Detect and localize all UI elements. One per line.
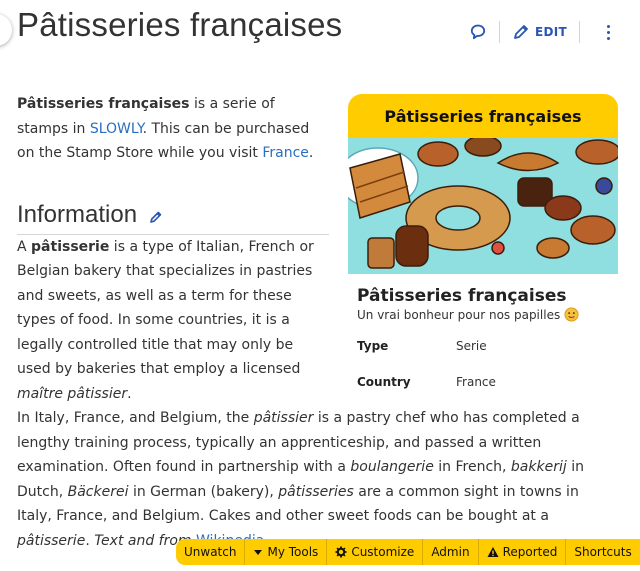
more-actions-icon[interactable]	[604, 21, 612, 43]
description-paragraph: A pâtisserie is a type of Italian, Frenc…	[17, 235, 329, 407]
link-france[interactable]: France	[262, 145, 309, 161]
para-text: in German (bakery),	[128, 483, 279, 500]
my-tools-button[interactable]: My Tools	[245, 539, 326, 565]
para-text: .	[85, 532, 95, 549]
infobox-header: Pâtisseries françaises	[348, 94, 618, 138]
link-slowly[interactable]: SLOWLY	[90, 121, 143, 137]
page-title: Pâtisseries françaises	[17, 6, 343, 43]
toolbar-label: Shortcuts	[574, 545, 632, 559]
customize-button[interactable]: Customize	[327, 539, 422, 565]
actions-divider	[579, 21, 580, 43]
intro-text: .	[308, 145, 314, 161]
infobox-row-country: Country France	[357, 375, 618, 389]
toolbar-label: Customize	[351, 545, 415, 559]
para-italic: Bäckerei	[67, 483, 129, 500]
section-heading-text: Information	[17, 200, 138, 228]
infobox-subtitle-text: Un vrai bonheur pour nos papilles	[357, 307, 561, 322]
infobox-row-key: Type	[357, 339, 389, 353]
talk-button[interactable]	[469, 23, 487, 41]
edit-section-pencil-icon[interactable]	[149, 210, 163, 224]
para-italic: pâtisserie	[17, 532, 86, 549]
reported-button[interactable]: Reported	[479, 539, 566, 565]
intro-paragraph: Pâtisseries françaises is a serie of sta…	[17, 92, 329, 166]
toolbar-label: My Tools	[267, 545, 319, 559]
infobox-image[interactable]	[348, 138, 618, 274]
intro-bold-title: Pâtisseries françaises	[17, 96, 190, 112]
para-italic: maître pâtissier	[17, 385, 128, 402]
pencil-icon	[512, 23, 530, 41]
para-text: in French,	[433, 459, 511, 475]
para-bold: pâtisserie	[31, 238, 110, 255]
infobox-title: Pâtisseries françaises	[357, 286, 567, 306]
infobox: Pâtisseries françaises Pâtisseries franç…	[348, 94, 618, 389]
para-text: is a type of Italian, French or Belgian …	[17, 238, 314, 378]
para-text: In Italy, France, and Belgium, the	[17, 410, 254, 426]
infobox-row-type: Type Serie	[357, 339, 618, 353]
history-paragraph: In Italy, France, and Belgium, the pâtis…	[17, 406, 617, 553]
para-text: A	[17, 238, 32, 255]
para-text: .	[127, 385, 132, 402]
warning-triangle-icon	[487, 546, 499, 558]
shortcuts-button[interactable]: Shortcuts	[566, 539, 639, 565]
unwatch-button[interactable]: Unwatch	[176, 539, 244, 565]
infobox-row-value: Serie	[456, 339, 487, 353]
infobox-row-key: Country	[357, 375, 411, 389]
infobox-subtitle: Un vrai bonheur pour nos papilles	[357, 307, 618, 322]
sidebar-toggle-tab[interactable]	[0, 14, 12, 46]
toolbar-label: Reported	[502, 545, 558, 559]
caret-down-icon	[253, 547, 263, 557]
section-heading: Information	[17, 197, 329, 235]
actions-divider	[498, 21, 500, 43]
para-italic: pâtisseries	[278, 483, 354, 500]
yum-face-icon	[564, 307, 579, 322]
toolbar-label: Unwatch	[184, 545, 237, 559]
infobox-row-value: France	[456, 375, 496, 389]
admin-button[interactable]: Admin	[423, 539, 477, 565]
speech-bubble-icon	[469, 23, 487, 41]
bottom-toolbar: Unwatch My Tools Customize Admin Reporte…	[176, 539, 640, 565]
para-italic: pâtissier	[253, 410, 314, 426]
edit-label: EDIT	[534, 25, 567, 39]
edit-button[interactable]: EDIT	[512, 23, 567, 41]
gear-icon	[335, 546, 347, 558]
para-italic: bakkerij	[510, 459, 567, 475]
para-italic: boulangerie	[350, 459, 434, 475]
toolbar-label: Admin	[431, 545, 470, 559]
page-actions: EDIT	[469, 18, 612, 46]
